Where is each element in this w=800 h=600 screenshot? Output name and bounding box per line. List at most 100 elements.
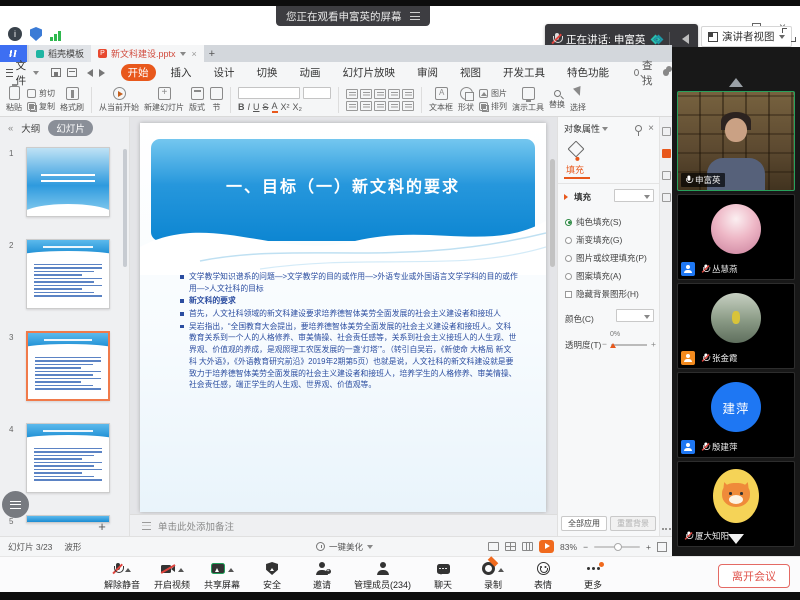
more-panels-icon[interactable]: [662, 528, 671, 530]
ribbon-tab[interactable]: 审阅: [410, 64, 445, 81]
strikethrough-button[interactable]: S: [263, 102, 269, 112]
toolbar-invite-button[interactable]: +邀请: [304, 560, 340, 591]
banner-menu-icon[interactable]: [410, 12, 420, 20]
shapes-button[interactable]: 形状: [458, 87, 474, 113]
paste-button[interactable]: 粘贴: [6, 86, 22, 113]
toolbar-record-button[interactable]: 录制: [475, 560, 511, 591]
replace-button[interactable]: 替换: [549, 90, 565, 110]
tab-dropdown-icon[interactable]: [180, 52, 186, 59]
fill-option-radio[interactable]: 图片或纹理填充(P): [565, 249, 657, 267]
slide-sorter-view-icon[interactable]: [505, 542, 516, 551]
ribbon-tab[interactable]: 开发工具: [496, 64, 552, 81]
participant-tile[interactable]: 张金霞: [677, 283, 795, 369]
zoom-slider-thumb[interactable]: [614, 543, 622, 551]
thumbnail-card[interactable]: [26, 331, 110, 401]
underline-button[interactable]: U: [253, 102, 260, 112]
fit-to-window-icon[interactable]: [657, 542, 667, 552]
tab-close-icon[interactable]: ×: [192, 49, 197, 59]
participant-tile[interactable]: 丛慧燕: [677, 194, 795, 280]
thumbnail-card[interactable]: [26, 147, 110, 217]
font-color-button[interactable]: A: [272, 101, 278, 113]
fill-option-radio[interactable]: 图案填充(A): [565, 267, 657, 285]
new-slide-button[interactable]: 新建幻灯片: [144, 87, 184, 113]
normal-view-icon[interactable]: [488, 542, 499, 551]
toolbar-chat-button[interactable]: 聊天: [425, 560, 461, 591]
print-icon[interactable]: [67, 68, 77, 77]
italic-button[interactable]: I: [248, 102, 251, 112]
new-tab-button[interactable]: +: [204, 45, 220, 62]
fill-option-radio[interactable]: 渐变填充(G): [565, 231, 657, 249]
panel-launcher-icon[interactable]: [662, 171, 671, 180]
bold-button[interactable]: B: [238, 102, 245, 112]
zoom-in-button[interactable]: +: [646, 542, 651, 552]
presentation-tools-button[interactable]: 演示工具: [512, 87, 544, 113]
transparency-decrease[interactable]: −: [602, 339, 607, 349]
textbox-button[interactable]: 文本框: [429, 87, 453, 113]
slideshow-play-button[interactable]: [539, 540, 554, 553]
expand-arrow-icon[interactable]: [228, 565, 234, 572]
ribbon-find[interactable]: 查找: [634, 58, 655, 88]
undo-icon[interactable]: [83, 69, 93, 77]
paragraph-format-icon[interactable]: [388, 101, 400, 111]
beautify-button[interactable]: 一键美化: [316, 541, 373, 553]
return-arrow-icon[interactable]: [677, 34, 689, 44]
paragraph-format-icon[interactable]: [374, 89, 386, 99]
meeting-info-icon[interactable]: i: [8, 27, 22, 41]
toolbar-emoji-button[interactable]: 表情: [525, 560, 561, 591]
cut-button[interactable]: 剪切: [27, 88, 55, 99]
select-button[interactable]: 选择: [570, 87, 586, 113]
ribbon-tab[interactable]: 幻灯片放映: [336, 64, 403, 81]
zoom-out-button[interactable]: −: [583, 542, 588, 552]
font-size-select[interactable]: [303, 87, 331, 99]
redo-icon[interactable]: [99, 69, 109, 77]
save-icon[interactable]: [51, 68, 61, 77]
scroll-down-icon[interactable]: [728, 534, 744, 552]
toolbar-share-button[interactable]: 共享屏幕: [204, 560, 240, 591]
participant-tile[interactable]: 申富英: [677, 91, 795, 191]
play-from-current-button[interactable]: 从当前开始: [99, 87, 139, 113]
speaker-view-button[interactable]: 演讲者视图: [701, 26, 792, 47]
quick-notes-widget[interactable]: [2, 491, 29, 518]
file-menu[interactable]: 文件: [6, 58, 39, 88]
ribbon-tab[interactable]: 动画: [293, 64, 328, 81]
ribbon-tab[interactable]: 插入: [164, 64, 199, 81]
reading-view-icon[interactable]: [522, 542, 533, 551]
paragraph-format-icon[interactable]: [360, 89, 372, 99]
subscript-button[interactable]: X₂: [293, 102, 303, 112]
paragraph-format-icon[interactable]: [346, 101, 358, 111]
toolbar-more-button[interactable]: 更多: [575, 560, 611, 591]
notes-bar[interactable]: 单击此处添加备注: [130, 514, 557, 536]
slides-tab[interactable]: 幻灯片: [48, 120, 93, 136]
ribbon-tab[interactable]: 切换: [250, 64, 285, 81]
fill-tab[interactable]: 填充: [566, 163, 584, 176]
fill-option-checkbox[interactable]: 隐藏背景图形(H): [565, 285, 657, 303]
toolbar-cam-button[interactable]: 开启视频: [154, 560, 190, 591]
paragraph-format-icon[interactable]: [360, 101, 372, 111]
participant-tile[interactable]: 建萍殷建萍: [677, 372, 795, 458]
panel-launcher-icon[interactable]: [662, 127, 671, 136]
add-slide-button[interactable]: +: [94, 519, 110, 535]
color-dropdown[interactable]: [616, 309, 654, 322]
toolbar-members-button[interactable]: 管理成员(234): [354, 560, 411, 591]
picture-button[interactable]: 图片: [479, 88, 507, 99]
font-name-select[interactable]: [238, 87, 300, 99]
fullscreen-icon[interactable]: [782, 28, 796, 42]
superscript-button[interactable]: X²: [281, 102, 290, 112]
pin-icon[interactable]: [635, 125, 642, 132]
copy-button[interactable]: 复制: [27, 101, 55, 112]
panel-launcher-icon[interactable]: [662, 193, 671, 202]
expand-arrow-icon[interactable]: [178, 565, 184, 572]
ribbon-tab[interactable]: 特色功能: [560, 64, 616, 81]
zoom-slider[interactable]: [594, 546, 640, 548]
expand-arrow-icon[interactable]: [498, 565, 504, 572]
paragraph-format-icon[interactable]: [346, 89, 358, 99]
collapse-panel-icon[interactable]: «: [8, 123, 13, 134]
ribbon-tab[interactable]: 视图: [453, 64, 488, 81]
panel-launcher-icon-active[interactable]: [662, 149, 671, 158]
paragraph-format-icon[interactable]: [374, 101, 386, 111]
transparency-increase[interactable]: +: [651, 339, 656, 349]
arrange-button[interactable]: 排列: [479, 101, 507, 112]
paragraph-format-icon[interactable]: [402, 101, 414, 111]
canvas-scrollbar[interactable]: [550, 159, 555, 267]
apply-all-button[interactable]: 全部应用: [561, 516, 607, 531]
